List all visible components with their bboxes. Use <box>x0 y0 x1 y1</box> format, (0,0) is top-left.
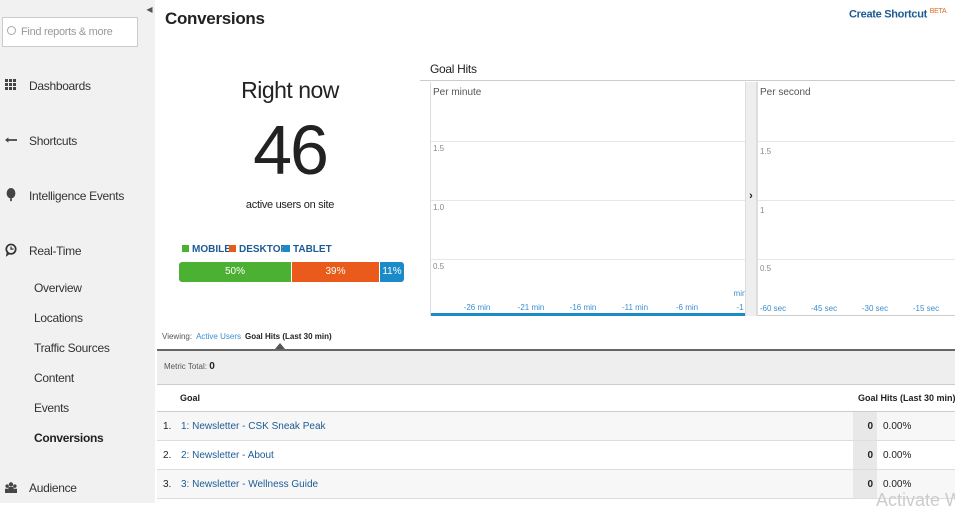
goal-hits-title: Goal Hits <box>430 62 477 76</box>
y-tick: 0.5 <box>760 264 772 273</box>
goal-hits-value: 0 <box>853 412 877 440</box>
grid-icon <box>5 79 16 90</box>
x-tick: -11 min <box>621 303 649 312</box>
goal-column-header[interactable]: Goal <box>180 393 200 403</box>
x-tick: -1 <box>736 303 744 312</box>
goal-hits-percent: 0.00% <box>883 479 912 490</box>
x-tick: -21 min <box>517 303 545 312</box>
search-icon <box>7 26 16 35</box>
goal-hits-percent: 0.00% <box>883 421 912 432</box>
clock-icon <box>5 243 17 257</box>
y-tick: 1 <box>760 206 765 215</box>
search-input[interactable]: Find reports & more <box>2 17 138 47</box>
sidebar: Find reports & more Dashboards Shortcuts… <box>0 0 155 503</box>
active-users-count: 46 <box>253 111 329 189</box>
sidebar-subitem-events[interactable]: Events <box>34 401 69 415</box>
device-segment: 11% <box>380 262 404 282</box>
sidebar-subitem-conversions[interactable]: Conversions <box>34 431 104 445</box>
chart-baseline <box>431 313 745 316</box>
goal-link[interactable]: 3: Newsletter - Wellness Guide <box>181 479 318 490</box>
sidebar-subitem-content[interactable]: Content <box>34 371 74 385</box>
right-now-title: Right now <box>241 77 339 103</box>
arrow-left-icon <box>5 137 17 143</box>
table-header: Goal Goal Hits (Last 30 min) ↓ <box>157 385 955 412</box>
x-tick: -26 min <box>463 303 491 312</box>
y-tick: 1.5 <box>433 144 445 153</box>
expand-chart-button[interactable]: › <box>745 82 757 316</box>
goal-link[interactable]: 1: Newsletter - CSK Sneak Peak <box>181 421 326 432</box>
device-segment: 50% <box>179 262 291 282</box>
device-segment: 39% <box>292 262 379 282</box>
legend-desktop: DESKTOP <box>229 244 287 255</box>
goal-link[interactable]: 2: Newsletter - About <box>181 450 274 461</box>
y-tick: 1.5 <box>760 147 772 156</box>
goal-hits-column-header[interactable]: Goal Hits (Last 30 min) ↓ <box>858 393 955 403</box>
divider <box>420 80 955 81</box>
sidebar-subitem-locations[interactable]: Locations <box>34 311 83 325</box>
watermark: Activate W <box>876 490 955 510</box>
per-second-chart: Per second 1.5 1 0.5 -60 sec -45 sec -30… <box>757 82 955 316</box>
table-row: 1. 1: Newsletter - CSK Sneak Peak 0 0.00% <box>157 412 955 441</box>
row-number: 1. <box>163 421 172 432</box>
x-tick: -30 sec <box>861 304 889 313</box>
metric-total: Metric Total: 0 <box>157 351 955 385</box>
table-row: 2. 2: Newsletter - About 0 0.00% <box>157 441 955 470</box>
legend-tablet: TABLET <box>283 244 332 255</box>
per-second-label: Per second <box>760 87 811 98</box>
goal-hits-percent: 0.00% <box>883 450 912 461</box>
goal-hits-value: 0 <box>853 441 877 469</box>
goal-hits-tab[interactable]: Goal Hits (Last 30 min) <box>245 332 332 341</box>
row-number: 3. <box>163 479 172 490</box>
row-number: 2. <box>163 450 172 461</box>
create-shortcut-link[interactable]: Create Shortcut BETA <box>849 8 947 21</box>
active-users-caption: active users on site <box>245 199 335 211</box>
collapse-sidebar-button[interactable]: ◀ <box>144 0 155 22</box>
lightbulb-icon <box>6 188 16 202</box>
beta-badge: BETA <box>929 8 947 15</box>
table-row: 3. 3: Newsletter - Wellness Guide 0 0.00% <box>157 470 955 499</box>
page-title: Conversions <box>165 9 265 28</box>
x-tick: -15 sec <box>912 304 940 313</box>
y-tick: 1.0 <box>433 203 445 212</box>
per-minute-label: Per minute <box>433 87 482 98</box>
people-icon <box>5 482 17 493</box>
goal-hits-value: 0 <box>853 470 877 498</box>
x-tick: -16 min <box>569 303 597 312</box>
active-users-tab[interactable]: Active Users <box>196 332 241 341</box>
viewing-toggle: Viewing: Active Users Goal Hits (Last 30 m… <box>162 332 332 349</box>
x-tick: -6 min <box>675 303 699 312</box>
x-tick: -60 sec <box>759 304 787 313</box>
y-tick: 0.5 <box>433 262 445 271</box>
x-tick: -45 sec <box>810 304 838 313</box>
per-minute-chart: Per minute 1.5 1.0 0.5 -26 min -21 min -… <box>430 82 746 316</box>
sidebar-subitem-overview[interactable]: Overview <box>34 281 82 295</box>
legend-mobile: MOBILE <box>182 244 231 255</box>
sidebar-subitem-traffic-sources[interactable]: Traffic Sources <box>34 341 110 355</box>
